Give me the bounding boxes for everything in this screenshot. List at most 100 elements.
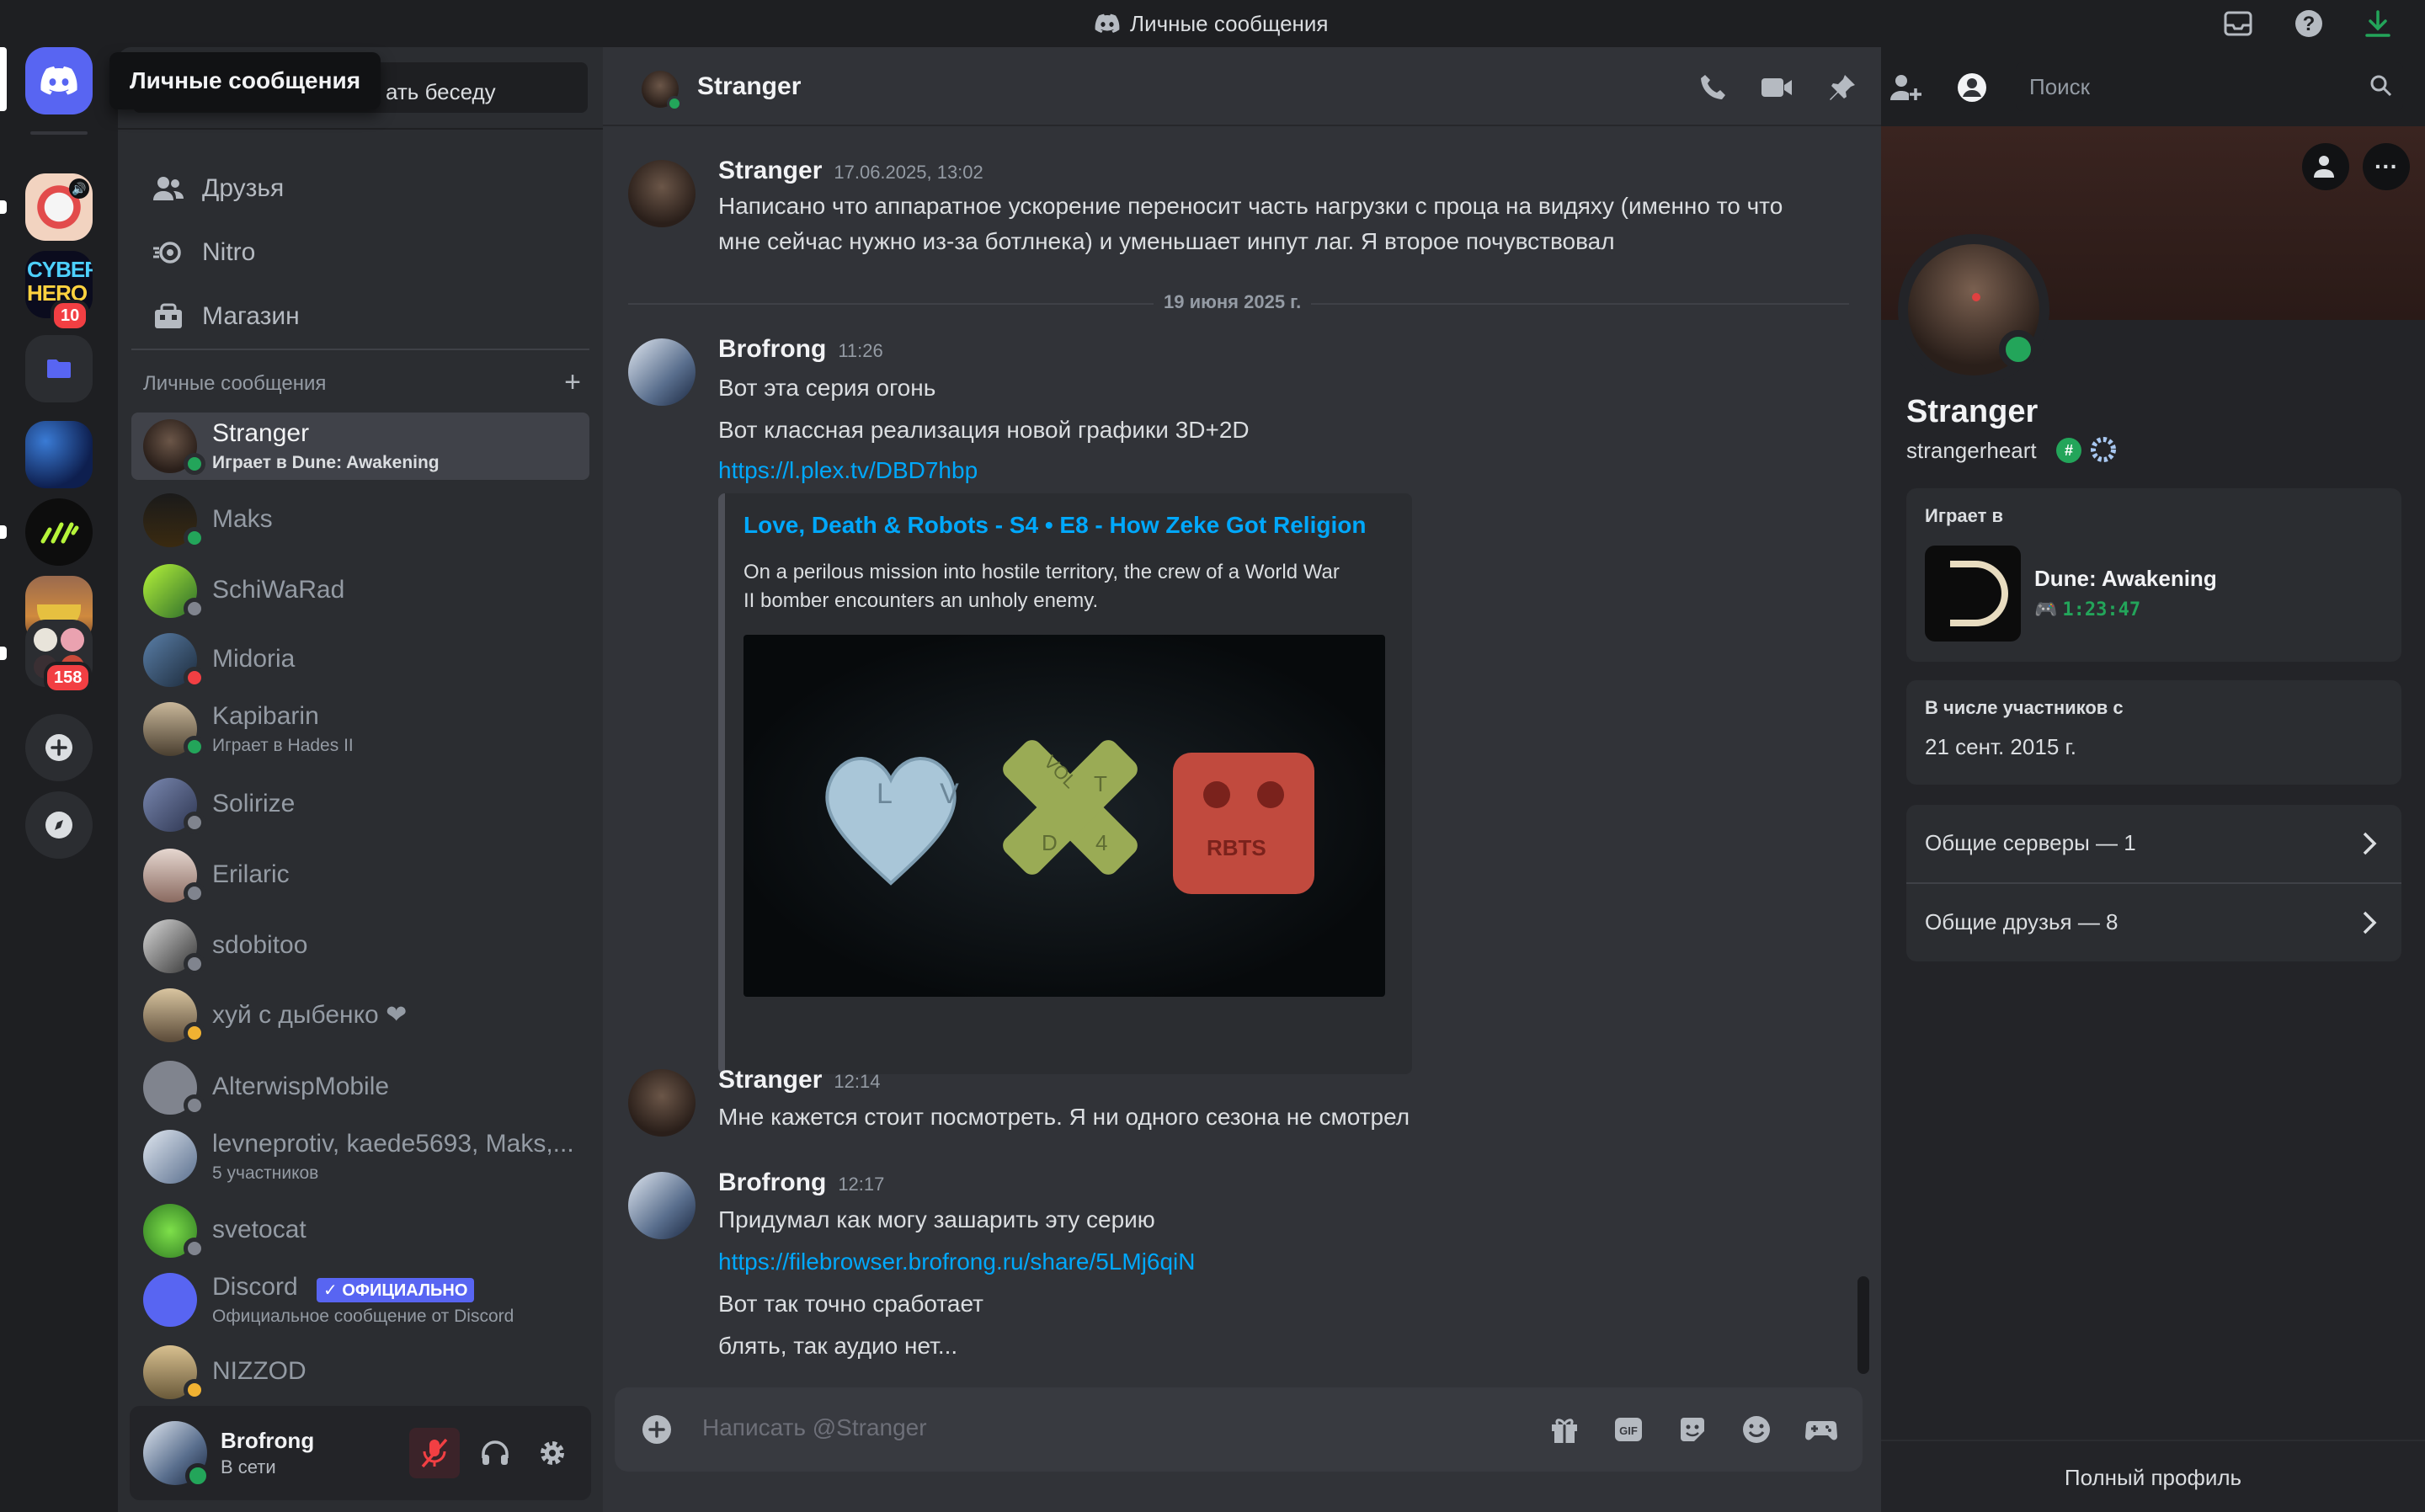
- game-elapsed: 🎮 1:23:47: [2034, 599, 2141, 620]
- dm-subtext: Играет в Hades II: [212, 736, 354, 755]
- dm-name: NIZZOD: [212, 1357, 306, 1385]
- chat-scrollbar[interactable]: [1857, 1276, 1869, 1374]
- chevron-right-icon: [2361, 909, 2378, 936]
- dm-item[interactable]: Solirize: [131, 771, 589, 839]
- message-text: Написано что аппаратное ускорение перено…: [718, 193, 1783, 219]
- embed-image[interactable]: L V VOL T D 4 RBTS: [743, 635, 1385, 997]
- dm-item[interactable]: sdobitoo: [131, 913, 589, 980]
- message-text: Придумал как могу зашарить эту серию: [718, 1206, 1155, 1232]
- dm-item[interactable]: хуй с дыбенко ❤: [131, 982, 589, 1049]
- status-idle-icon: [184, 1022, 205, 1044]
- create-dm-icon[interactable]: +: [564, 368, 581, 397]
- activities-icon[interactable]: [1805, 1414, 1837, 1445]
- gear-icon: [537, 1438, 568, 1468]
- message-avatar[interactable]: [628, 160, 696, 227]
- dm-sidebar: ать беседу Друзья Nitro Магазин Личные с…: [118, 47, 603, 1512]
- user-status: В сети: [221, 1456, 276, 1477]
- mutual-friends-button[interactable]: Общие друзья — 8: [1906, 884, 2401, 961]
- title-bar: Личные сообщения ?: [0, 0, 2425, 47]
- member-since-card: В числе участников с 21 сент. 2015 г.: [1906, 680, 2401, 785]
- dm-item[interactable]: Erilaric: [131, 842, 589, 909]
- message-input[interactable]: Написать @Stranger: [702, 1414, 927, 1441]
- sticker-icon[interactable]: [1677, 1414, 1708, 1445]
- dm-name: Erilaric: [212, 860, 290, 888]
- server-folder[interactable]: [25, 335, 93, 402]
- message-composer: Написать @Stranger GIF: [615, 1387, 1863, 1472]
- username: Brofrong: [221, 1428, 315, 1453]
- add-friend-button[interactable]: [2302, 143, 2349, 190]
- profile-username[interactable]: strangerheart: [1906, 438, 2037, 464]
- add-friends-icon[interactable]: [1888, 69, 1925, 106]
- message-link[interactable]: https://l.plex.tv/DBD7hbp: [718, 453, 978, 488]
- chat-search-input[interactable]: Поиск: [2016, 62, 2403, 111]
- nav-friends[interactable]: Друзья: [131, 158, 589, 219]
- message-author[interactable]: Brofrong 12:17: [718, 1169, 884, 1197]
- dm-name: Discord: [212, 1273, 298, 1301]
- dm-item[interactable]: Maks: [131, 487, 589, 554]
- unread-indicator: [0, 200, 7, 214]
- video-call-icon[interactable]: [1758, 69, 1795, 106]
- message-link[interactable]: https://filebrowser.brofrong.ru/share/5L…: [718, 1244, 1196, 1280]
- unread-indicator: [0, 647, 7, 660]
- nitro-icon: [153, 241, 184, 264]
- dm-name: SchiWaRad: [212, 576, 345, 604]
- message-author[interactable]: Stranger 17.06.2025, 13:02: [718, 157, 983, 185]
- server-icon-1[interactable]: 🔊: [25, 173, 93, 241]
- inbox-icon[interactable]: [2221, 7, 2255, 40]
- message-avatar[interactable]: [628, 338, 696, 406]
- message-avatar[interactable]: [628, 1069, 696, 1137]
- dm-subtext: Официальное сообщение от Discord: [212, 1307, 514, 1326]
- dm-item[interactable]: Kapibarin Играет в Hades II: [131, 695, 589, 763]
- mic-muted-icon: [421, 1438, 448, 1468]
- add-attachment-icon[interactable]: [642, 1414, 672, 1445]
- dm-item[interactable]: Midoria: [131, 626, 589, 694]
- direct-messages-button[interactable]: [25, 47, 93, 114]
- svg-text:GIF: GIF: [1619, 1424, 1638, 1437]
- user-profile-toggle-icon[interactable]: [1953, 69, 1991, 106]
- help-icon[interactable]: ?: [2292, 7, 2326, 40]
- status-online-icon: [184, 736, 205, 758]
- voice-call-icon[interactable]: [1694, 69, 1731, 106]
- full-profile-button[interactable]: Полный профиль: [1881, 1465, 2425, 1491]
- server-icon-slashes[interactable]: [25, 498, 93, 566]
- dm-item[interactable]: Stranger Играет в Dune: Awakening: [131, 413, 589, 480]
- dm-item[interactable]: SchiWaRad: [131, 557, 589, 625]
- dm-item[interactable]: svetocat: [131, 1197, 589, 1264]
- user-settings-button[interactable]: [527, 1428, 578, 1478]
- dm-item[interactable]: levneprotiv, kaede5693, Maks,... 5 участн…: [131, 1123, 589, 1190]
- message-author[interactable]: Stranger 12:14: [718, 1066, 880, 1094]
- message-avatar[interactable]: [628, 1172, 696, 1239]
- nav-nitro[interactable]: Nitro: [131, 222, 589, 283]
- add-server-button[interactable]: [25, 714, 93, 781]
- search-icon: [2369, 74, 2393, 98]
- server-icon-space[interactable]: [25, 421, 93, 488]
- status-online-icon: [184, 527, 205, 549]
- message-author[interactable]: Brofrong 11:26: [718, 335, 883, 364]
- nav-shop[interactable]: Магазин: [131, 286, 589, 347]
- dm-item[interactable]: Discord ✓ ОФИЦИАЛЬНО Официальное сообщение…: [131, 1266, 589, 1334]
- message-text: Вот классная реализация новой графики 3D…: [718, 417, 1250, 443]
- gift-icon[interactable]: [1549, 1414, 1580, 1445]
- headphones-icon: [481, 1440, 509, 1467]
- more-options-button[interactable]: ···: [2363, 143, 2410, 190]
- pin-icon[interactable]: [1824, 69, 1861, 106]
- emoji-icon[interactable]: [1741, 1414, 1772, 1445]
- discover-button[interactable]: [25, 791, 93, 859]
- deafen-button[interactable]: [470, 1428, 520, 1478]
- mutual-servers-button[interactable]: Общие серверы — 1: [1906, 805, 2401, 882]
- rail-divider: [30, 131, 88, 135]
- dm-item[interactable]: NIZZOD: [131, 1339, 589, 1406]
- dm-item[interactable]: AlterwispMobile: [131, 1054, 589, 1121]
- dm-name: хуй с дыбенко ❤: [212, 1001, 408, 1029]
- nitro-badge-icon[interactable]: [2088, 434, 2119, 465]
- status-online-icon: [185, 1463, 211, 1488]
- window-title: Личные сообщения: [1095, 10, 1329, 37]
- hashtag-badge-icon[interactable]: #: [2056, 438, 2081, 463]
- gif-icon[interactable]: GIF: [1613, 1414, 1644, 1445]
- download-icon[interactable]: [2361, 7, 2395, 40]
- date-divider: 19 июня 2025 г.: [1154, 291, 1312, 313]
- game-icon[interactable]: [1925, 546, 2021, 642]
- status-online-icon: [184, 453, 205, 475]
- embed-title[interactable]: Love, Death & Robots - S4 • E8 - How Zek…: [743, 512, 1366, 539]
- mute-mic-button[interactable]: [409, 1428, 460, 1478]
